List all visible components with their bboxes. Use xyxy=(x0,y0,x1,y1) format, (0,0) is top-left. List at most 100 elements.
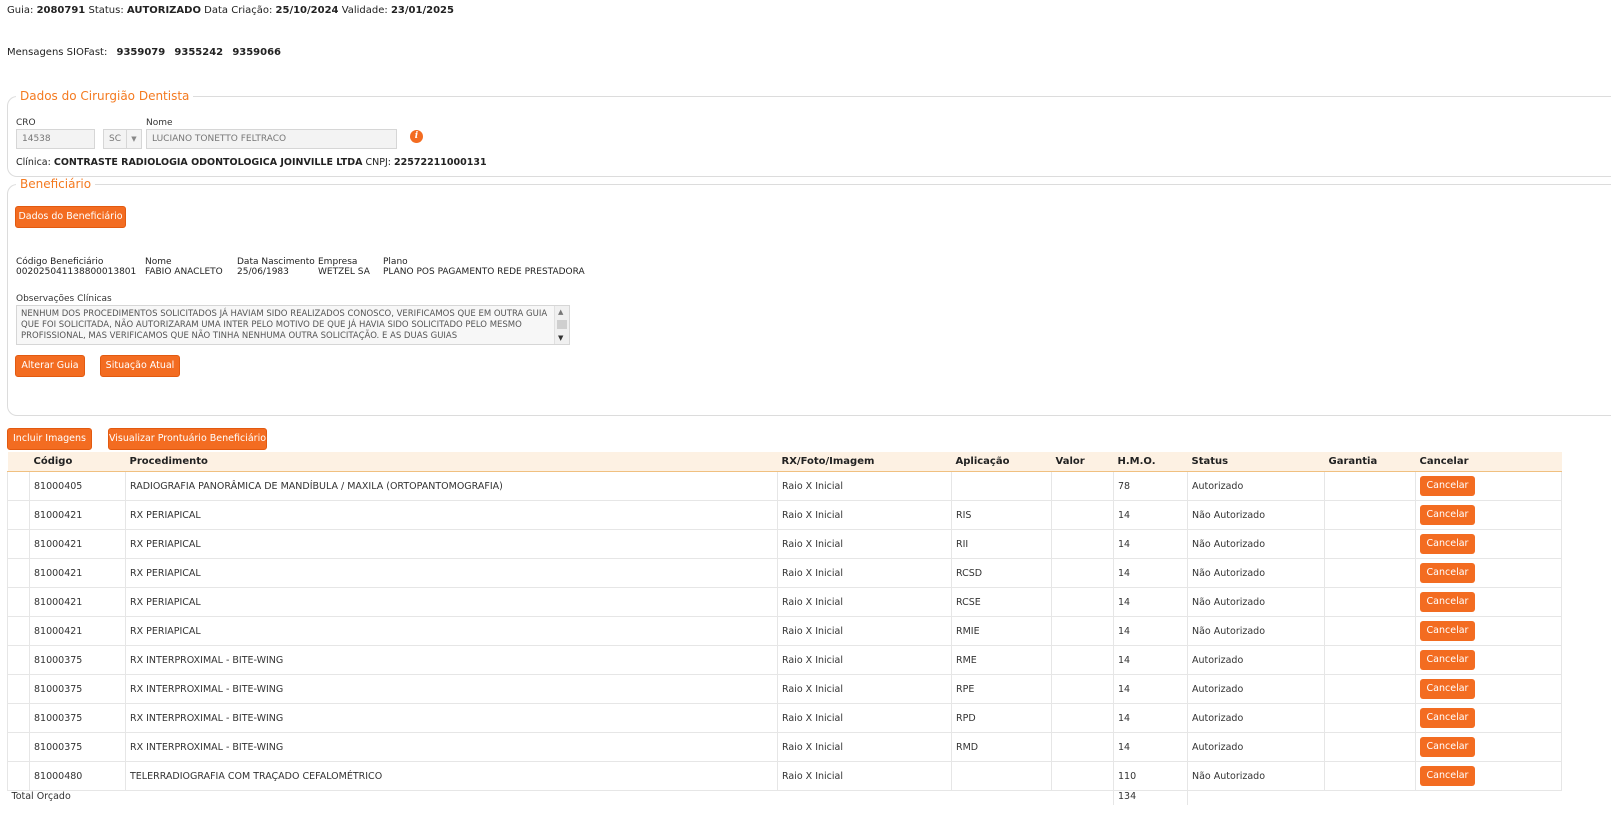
uf-value: SC xyxy=(109,134,121,144)
cancel-button[interactable]: Cancelar xyxy=(1420,505,1475,525)
rx-type-cell: Raio X Inicial xyxy=(777,645,952,675)
scroll-thumb[interactable] xyxy=(557,320,567,329)
view-record-button[interactable]: Visualizar Prontuário Beneficiário xyxy=(108,428,267,450)
scroll-up-icon[interactable]: ▲ xyxy=(558,308,563,316)
code-cell: 81000421 xyxy=(29,500,126,530)
cancel-button[interactable]: Cancelar xyxy=(1420,708,1475,728)
siofast-message: 9359079 xyxy=(116,47,166,58)
procedures-table: Código Procedimento RX/Foto/Imagem Aplic… xyxy=(7,452,1562,805)
application-cell: RPE xyxy=(951,674,1052,704)
validity-date: 23/01/2025 xyxy=(390,5,454,16)
clinic-label: Clínica: xyxy=(16,157,51,168)
uf-select[interactable]: SC ▼ xyxy=(103,129,142,149)
column-header: Aplicação xyxy=(951,452,1052,472)
application-cell: RPD xyxy=(951,703,1052,733)
beneficiary-birthdate: Data Nascimento 25/06/1983 xyxy=(237,257,315,277)
warranty-cell xyxy=(1324,674,1416,704)
column-header: RX/Foto/Imagem xyxy=(777,452,952,472)
chevron-down-icon[interactable]: ▼ xyxy=(126,130,141,148)
application-cell: RCSE xyxy=(951,587,1052,617)
cnpj-value: 22572211000131 xyxy=(394,157,487,168)
procedure-cell: RX PERIAPICAL xyxy=(125,616,778,646)
column-header xyxy=(7,452,30,472)
scroll-down-icon[interactable]: ▼ xyxy=(558,334,563,342)
total-label: Total Orçado xyxy=(7,790,1114,805)
hmo-cell: 78 xyxy=(1113,471,1188,501)
code-cell: 81000421 xyxy=(29,558,126,588)
alter-guide-button[interactable]: Alterar Guia xyxy=(15,355,85,377)
dentist-name-field[interactable]: LUCIANO TONETTO FELTRACO xyxy=(146,129,397,149)
row-marker-cell xyxy=(7,587,30,617)
cancel-cell: Cancelar xyxy=(1415,761,1562,791)
beneficiary-section: Beneficiário xyxy=(7,177,1611,416)
cancel-cell: Cancelar xyxy=(1415,587,1562,617)
status-cell: Não Autorizado xyxy=(1187,761,1325,791)
warranty-cell xyxy=(1324,558,1416,588)
dentist-section-title: Dados do Cirurgião Dentista xyxy=(20,89,190,103)
cancel-button[interactable]: Cancelar xyxy=(1420,534,1475,554)
cancel-cell: Cancelar xyxy=(1415,732,1562,762)
hmo-cell: 14 xyxy=(1113,732,1188,762)
beneficiary-code-label: Código Beneficiário xyxy=(16,257,104,267)
application-cell: RMD xyxy=(951,732,1052,762)
hmo-cell: 14 xyxy=(1113,645,1188,675)
table-row: 81000421 RX PERIAPICAL Raio X Inicial RII 14… xyxy=(7,529,1562,559)
cancel-cell: Cancelar xyxy=(1415,645,1562,675)
row-marker-cell xyxy=(7,529,30,559)
cancel-button[interactable]: Cancelar xyxy=(1420,476,1475,496)
row-marker-cell xyxy=(7,616,30,646)
clinic-name: CONTRASTE RADIOLOGIA ODONTOLOGICA JOINVI… xyxy=(53,157,363,168)
beneficiary-code: Código Beneficiário 00202504113880001380… xyxy=(16,257,136,277)
cancel-button[interactable]: Cancelar xyxy=(1420,650,1475,670)
status-cell: Autorizado xyxy=(1187,645,1325,675)
total-hmo: 134 xyxy=(1113,790,1188,805)
current-status-button[interactable]: Situação Atual xyxy=(100,355,180,377)
notes-scrollbar[interactable]: ▲ ▼ xyxy=(554,306,569,344)
row-marker-cell xyxy=(7,674,30,704)
procedure-cell: RX PERIAPICAL xyxy=(125,529,778,559)
birthdate-label: Data Nascimento xyxy=(237,257,315,267)
cancel-button[interactable]: Cancelar xyxy=(1420,621,1475,641)
cancel-cell: Cancelar xyxy=(1415,558,1562,588)
procedure-cell: RADIOGRAFIA PANORÂMICA DE MANDÍBULA / MA… xyxy=(125,471,778,501)
guia-label: Guia: xyxy=(7,5,34,16)
beneficiary-data-button[interactable]: Dados do Beneficiário xyxy=(15,206,126,228)
table-row: 81000421 RX PERIAPICAL Raio X Inicial RCSE 1… xyxy=(7,587,1562,617)
cancel-button[interactable]: Cancelar xyxy=(1420,766,1475,786)
status-cell: Autorizado xyxy=(1187,471,1325,501)
cancel-button[interactable]: Cancelar xyxy=(1420,679,1475,699)
status-cell: Autorizado xyxy=(1187,732,1325,762)
cancel-cell: Cancelar xyxy=(1415,616,1562,646)
clinical-notes-textarea[interactable]: NENHUM DOS PROCEDIMENTOS SOLICITADOS JÁ … xyxy=(16,305,570,345)
table-header-row: Código Procedimento RX/Foto/Imagem Aplic… xyxy=(7,452,1562,472)
value-cell xyxy=(1051,587,1114,617)
rx-type-cell: Raio X Inicial xyxy=(777,500,952,530)
value-cell xyxy=(1051,471,1114,501)
rx-type-cell: Raio X Inicial xyxy=(777,471,952,501)
application-cell: RCSD xyxy=(951,558,1052,588)
hmo-cell: 110 xyxy=(1113,761,1188,791)
beneficiary-section-title: Beneficiário xyxy=(20,177,92,191)
validity-label: Validade: xyxy=(341,5,388,16)
cancel-cell: Cancelar xyxy=(1415,471,1562,501)
cancel-button[interactable]: Cancelar xyxy=(1420,592,1475,612)
cro-label: CRO xyxy=(16,118,36,128)
status-cell: Autorizado xyxy=(1187,703,1325,733)
code-cell: 81000405 xyxy=(29,471,126,501)
company-value: WETZEL SA xyxy=(318,267,370,277)
application-cell xyxy=(951,761,1052,791)
column-header: Procedimento xyxy=(125,452,778,472)
cro-field[interactable]: 14538 xyxy=(16,129,95,149)
cancel-cell: Cancelar xyxy=(1415,703,1562,733)
table-row: 81000375 RX INTERPROXIMAL - BITE-WING Raio… xyxy=(7,732,1562,762)
cancel-button[interactable]: Cancelar xyxy=(1420,737,1475,757)
info-icon[interactable]: i xyxy=(410,130,423,143)
table-row: 81000375 RX INTERPROXIMAL - BITE-WING Raio… xyxy=(7,645,1562,675)
cancel-button[interactable]: Cancelar xyxy=(1420,563,1475,583)
warranty-cell xyxy=(1324,732,1416,762)
plan-value: PLANO POS PAGAMENTO REDE PRESTADORA xyxy=(383,267,585,277)
total-filler xyxy=(1188,791,1562,806)
code-cell: 81000480 xyxy=(29,761,126,791)
application-cell: RII xyxy=(951,529,1052,559)
include-images-button[interactable]: Incluir Imagens xyxy=(7,428,92,450)
